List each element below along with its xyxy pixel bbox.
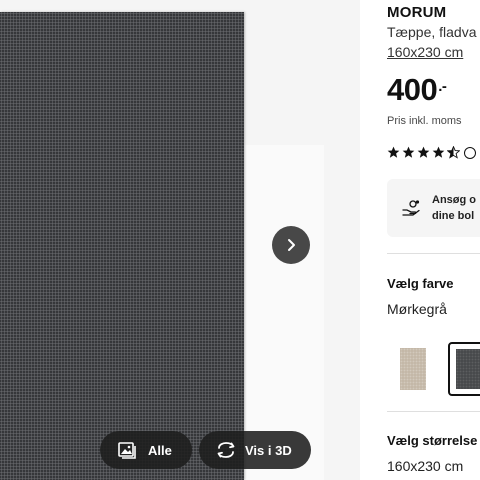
next-image-button[interactable] — [272, 226, 310, 264]
chevron-right-icon — [288, 239, 295, 251]
all-images-button[interactable]: Alle — [100, 431, 192, 469]
divider — [387, 253, 480, 254]
financing-text: Ansøg o dine bol — [432, 192, 476, 224]
financing-line-1: Ansøg o — [432, 194, 476, 206]
product-image-rug[interactable] — [0, 12, 244, 480]
color-swatch-beige[interactable] — [391, 342, 435, 396]
rating-stars[interactable] — [387, 146, 476, 159]
product-info-panel: MORUM Tæppe, fladva 160x230 cm 400.- Pri… — [387, 0, 480, 480]
selected-color-value: Mørkegrå — [387, 301, 447, 317]
divider — [387, 411, 480, 412]
size-section-label: Vælg størrelse — [387, 433, 478, 448]
product-size-link[interactable]: 160x230 cm — [387, 44, 463, 60]
swatch-image — [400, 348, 426, 390]
product-brand: MORUM — [387, 4, 447, 21]
financing-line-2: dine bol — [432, 210, 475, 222]
image-gallery-icon — [116, 439, 138, 461]
product-image-gallery: Alle Vis i 3D — [0, 0, 360, 480]
gallery-next-image-peek — [244, 145, 324, 480]
star-full-icon — [387, 146, 400, 158]
view-in-3d-button[interactable]: Vis i 3D — [199, 431, 311, 469]
swatch-image — [456, 349, 480, 389]
color-swatch-dark-grey[interactable] — [448, 342, 480, 396]
financing-card[interactable]: Ansøg o dine bol — [387, 179, 480, 237]
product-price: 400.- — [387, 72, 447, 108]
selected-size-value: 160x230 cm — [387, 458, 464, 474]
all-images-label: Alle — [148, 442, 172, 458]
price-suffix: .- — [438, 78, 447, 95]
star-full-icon — [432, 146, 445, 158]
rotate-3d-icon — [215, 439, 237, 461]
star-full-icon — [417, 146, 430, 158]
star-full-icon — [402, 146, 415, 158]
price-note: Pris inkl. moms — [387, 115, 462, 127]
color-section-label: Vælg farve — [387, 276, 454, 291]
product-subtitle: Tæppe, fladva — [387, 24, 477, 40]
rating-count-icon — [464, 146, 476, 159]
star-half-icon — [447, 146, 460, 159]
price-main: 400 — [387, 72, 438, 107]
view-in-3d-label: Vis i 3D — [245, 442, 292, 458]
hand-money-icon — [401, 198, 421, 218]
